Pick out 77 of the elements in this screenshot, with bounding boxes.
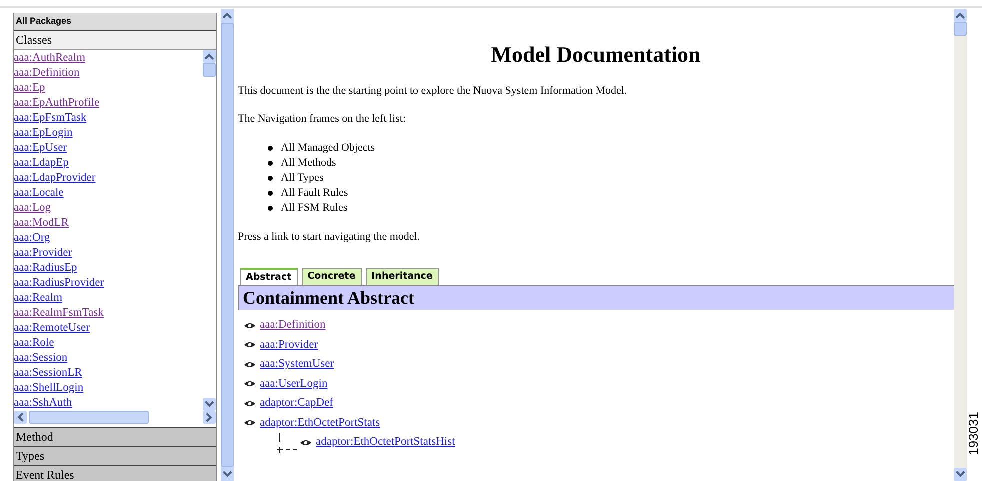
tab[interactable]: Abstract: [240, 268, 298, 285]
section-header[interactable]: Classes: [14, 31, 216, 50]
class-link[interactable]: aaa:SessionLR: [14, 366, 82, 381]
bullet-icon: [268, 161, 273, 166]
scroll-right-icon[interactable]: [203, 411, 216, 424]
scroll-thumb[interactable]: [29, 411, 149, 424]
intro-text: This document is the the starting point to explore the Nuova System Information Model.: [238, 85, 628, 98]
bullet-icon: [268, 206, 273, 211]
tab[interactable]: Inheritance: [366, 268, 439, 285]
vertical-scrollbar[interactable]: [203, 50, 216, 411]
class-link[interactable]: aaa:Provider: [260, 338, 318, 353]
class-link[interactable]: aaa:Org: [14, 231, 50, 246]
class-link[interactable]: aaa:LdapEp: [14, 156, 69, 171]
bullet-icon: [268, 191, 273, 196]
figure-number: 193031: [967, 412, 981, 455]
intro-text: Press a link to start navigating the model.: [238, 231, 422, 244]
class-link[interactable]: aaa:Definition: [260, 318, 326, 334]
list-item-text: All Types: [281, 171, 324, 186]
list-item-text: All Managed Objects: [281, 141, 376, 156]
class-link[interactable]: aaa:ModLR: [14, 216, 69, 231]
section-header[interactable]: Event Rules: [14, 466, 216, 481]
class-link[interactable]: adaptor:EthOctetPortStats: [260, 416, 380, 431]
eye-icon: [244, 322, 256, 330]
class-link[interactable]: aaa:EpUser: [14, 141, 67, 156]
scroll-up-icon[interactable]: [203, 50, 216, 63]
bullet-icon: [268, 146, 273, 151]
class-link[interactable]: aaa:EpFsmTask: [14, 111, 87, 126]
scroll-left-icon[interactable]: [14, 411, 27, 424]
scroll-up-icon[interactable]: [221, 9, 234, 22]
eye-icon: [244, 380, 256, 388]
class-link[interactable]: aaa:RemoteUser: [14, 321, 90, 336]
section-header[interactable]: Types: [14, 447, 216, 466]
scroll-thumb[interactable]: [203, 63, 216, 77]
class-link[interactable]: aaa:UserLogin: [260, 376, 328, 392]
vertical-scrollbar[interactable]: [954, 9, 967, 481]
scroll-down-icon[interactable]: [221, 468, 234, 481]
bullet-icon: [268, 176, 273, 181]
class-link[interactable]: adaptor:CapDef: [260, 396, 334, 412]
scroll-up-icon[interactable]: [954, 9, 967, 22]
class-link[interactable]: aaa:Definition: [14, 66, 80, 81]
tree-connector: [276, 432, 298, 454]
panel-header: All Packages: [14, 13, 216, 31]
class-link[interactable]: aaa:ShellLogin: [14, 381, 84, 396]
class-link[interactable]: aaa:RadiusProvider: [14, 276, 104, 291]
class-link[interactable]: adaptor:EthOctetPortStatsHist: [316, 435, 456, 450]
section-title: Containment Abstract: [238, 286, 954, 310]
scroll-thumb[interactable]: [954, 22, 967, 36]
eye-icon: [244, 419, 256, 428]
eye-icon: [244, 360, 256, 369]
horizontal-scrollbar[interactable]: [14, 411, 216, 424]
scroll-down-icon[interactable]: [203, 398, 216, 411]
eye-icon: [244, 400, 256, 408]
class-link[interactable]: aaa:LdapProvider: [14, 171, 96, 186]
intro-text: The Navigation frames on the left list:: [238, 113, 408, 126]
class-link[interactable]: aaa:RealmFsmTask: [14, 306, 104, 321]
class-link[interactable]: aaa:Role: [14, 336, 54, 351]
class-link[interactable]: aaa:SystemUser: [260, 357, 334, 372]
class-link[interactable]: aaa:EpLogin: [14, 126, 73, 141]
class-link[interactable]: aaa:Locale: [14, 186, 64, 201]
tab[interactable]: Concrete: [302, 268, 362, 285]
class-link[interactable]: aaa:AuthRealm: [14, 51, 86, 66]
class-link[interactable]: aaa:Provider: [14, 246, 72, 261]
list-item-text: All Methods: [281, 156, 336, 171]
class-link[interactable]: aaa:Ep: [14, 81, 46, 96]
list-item-text: All Fault Rules: [281, 186, 348, 201]
class-link[interactable]: aaa:SshAuth: [14, 396, 72, 411]
list-item-text: All FSM Rules: [281, 201, 348, 216]
class-link[interactable]: aaa:Session: [14, 351, 68, 366]
eye-icon: [244, 341, 256, 350]
eye-icon: [300, 438, 312, 447]
class-link[interactable]: aaa:Realm: [14, 291, 63, 306]
scroll-down-icon[interactable]: [954, 468, 967, 481]
section-header[interactable]: Method: [14, 428, 216, 447]
class-link[interactable]: aaa:RadiusEp: [14, 261, 78, 276]
class-link[interactable]: aaa:EpAuthProfile: [14, 96, 100, 111]
class-link[interactable]: aaa:Log: [14, 201, 52, 216]
page-title: Model Documentation: [490, 42, 702, 68]
